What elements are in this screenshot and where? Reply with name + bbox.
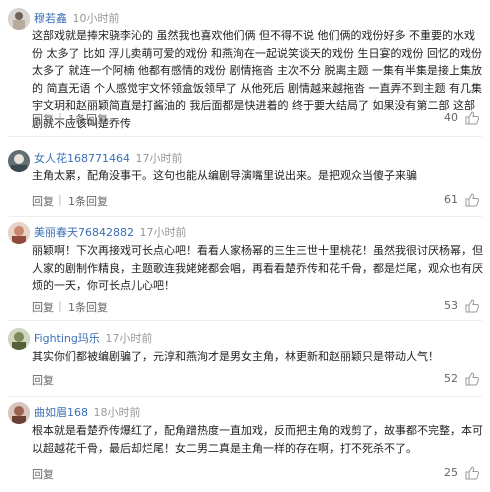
avatar[interactable] [8, 402, 30, 424]
comment-header: 穆若鑫 10小时前 [34, 12, 120, 26]
divider [8, 396, 482, 397]
username-link[interactable]: 美丽春天76842882 [34, 226, 134, 239]
username-link[interactable]: 曲如眉168 [34, 406, 88, 419]
divider [8, 216, 482, 217]
separator: | [58, 193, 62, 206]
comment-time: 17小时前 [105, 332, 153, 345]
reply-button[interactable]: 回复 [32, 372, 54, 388]
comment-text: 丽颖啊！下次再接戏可长点心吧！看看人家杨幂的三生三世十里桃花！虽然我很讨厌杨幂，… [32, 244, 483, 292]
comment-time: 18小时前 [93, 406, 141, 419]
comment-header: 曲如眉168 18小时前 [34, 406, 141, 420]
avatar[interactable] [8, 328, 30, 350]
replies-toggle[interactable]: 1条回复 [68, 111, 108, 127]
avatar[interactable] [8, 150, 30, 172]
thumbs-up-icon[interactable] [464, 192, 480, 208]
thumbs-up-icon[interactable] [464, 110, 480, 126]
comment-actions: 回复 | 1条回复 61 [32, 193, 480, 209]
comment-header: 女人花168771464 17小时前 [34, 152, 183, 166]
comment-time: 17小时前 [135, 152, 183, 165]
username-link[interactable]: 穆若鑫 [34, 12, 67, 25]
username-link[interactable]: 女人花168771464 [34, 152, 130, 165]
comment-actions: 回复 | 1条回复 53 [32, 299, 480, 315]
comment-header: Fighting玛乐 17小时前 [34, 332, 152, 346]
username-link[interactable]: Fighting玛乐 [34, 332, 100, 345]
comment-text: 根本就是看楚乔传爆红了，配角蹭热度一直加戏，反而把主角的戏剪了，故事都不完整，本… [32, 424, 483, 455]
like-count: 61 [444, 193, 458, 206]
reply-button[interactable]: 回复 [32, 111, 54, 127]
comment-time: 10小时前 [72, 12, 120, 25]
separator: | [58, 299, 62, 312]
thumbs-up-icon[interactable] [464, 465, 480, 481]
comment-actions: 回复 25 [32, 466, 480, 482]
thumbs-up-icon[interactable] [464, 298, 480, 314]
divider [8, 320, 482, 321]
like-count: 53 [444, 299, 458, 312]
thumbs-up-icon[interactable] [464, 371, 480, 387]
like-count: 40 [444, 111, 458, 124]
replies-toggle[interactable]: 1条回复 [68, 299, 108, 315]
separator: | [58, 111, 62, 124]
comment-time: 17小时前 [139, 226, 187, 239]
comment-actions: 回复 | 1条回复 40 [32, 111, 480, 127]
replies-toggle[interactable]: 1条回复 [68, 193, 108, 209]
comment-text: 其实你们都被编剧骗了，元淳和燕洵才是男女主角，林更新和赵丽颖只是带动人气！ [32, 350, 439, 363]
like-count: 52 [444, 372, 458, 385]
reply-button[interactable]: 回复 [32, 193, 54, 209]
comment-text: 主角太累，配角没事干。这句也能从编剧导演嘴里说出来。是把观众当傻子来骗 [32, 169, 417, 182]
reply-button[interactable]: 回复 [32, 466, 54, 482]
divider [8, 136, 482, 137]
comment-header: 美丽春天76842882 17小时前 [34, 226, 187, 240]
reply-button[interactable]: 回复 [32, 299, 54, 315]
avatar[interactable] [8, 222, 30, 244]
like-count: 25 [444, 466, 458, 479]
avatar[interactable] [8, 8, 30, 30]
comment-actions: 回复 52 [32, 372, 480, 388]
